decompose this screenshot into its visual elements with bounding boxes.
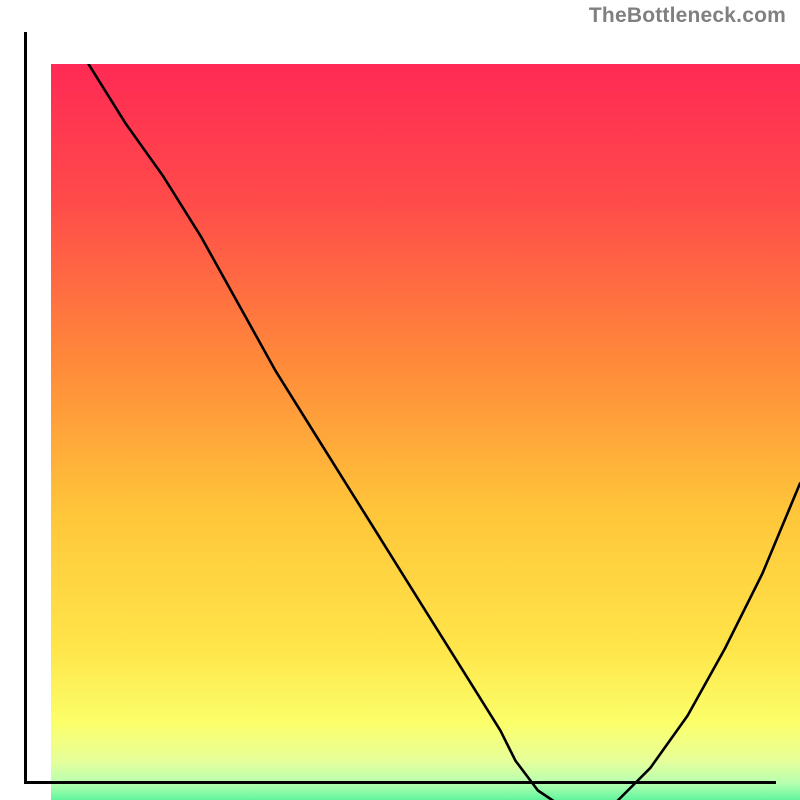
x-axis <box>24 781 776 784</box>
attribution-label: TheBottleneck.com <box>589 4 786 28</box>
plot-area <box>24 32 776 784</box>
chart-container: TheBottleneck.com <box>0 0 800 800</box>
background-gradient <box>51 64 800 800</box>
y-axis <box>24 32 27 784</box>
